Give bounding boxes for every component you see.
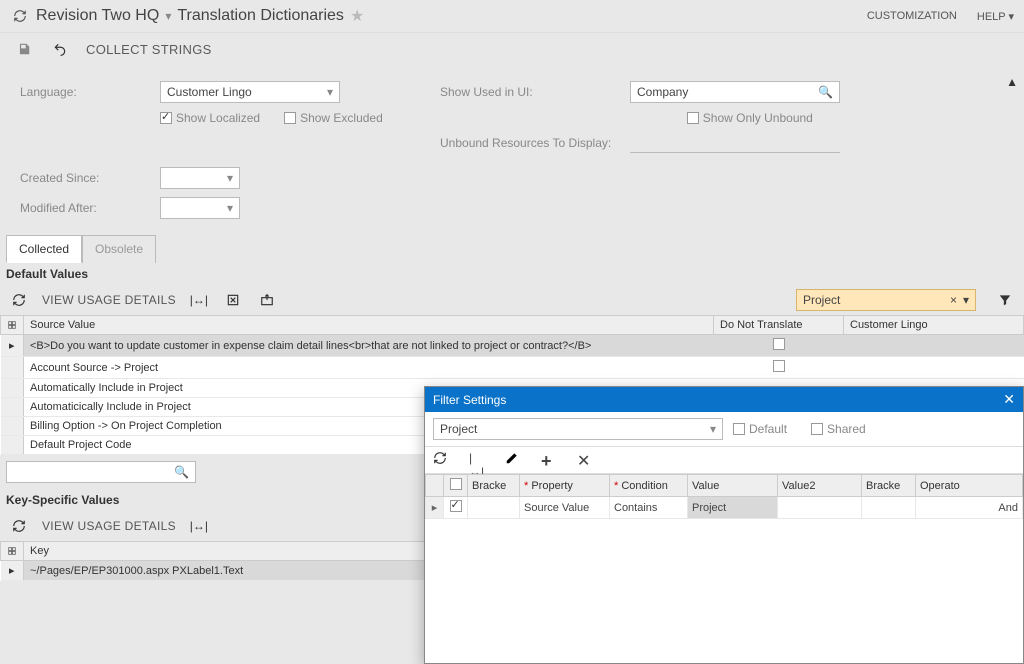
filter-form: ▲ Language: Customer Lingo▾ Show Used in… — [0, 73, 1024, 235]
col-source-value[interactable]: Source Value — [24, 316, 714, 335]
filter-funnel-icon[interactable] — [994, 289, 1016, 311]
filter-name-select[interactable]: Project▾ — [433, 418, 723, 440]
refresh-grid-icon[interactable] — [8, 515, 30, 537]
col-property[interactable]: Property — [520, 475, 610, 497]
col-customer-lingo[interactable]: Customer Lingo — [844, 316, 1024, 335]
col-value2[interactable]: Value2 — [778, 475, 862, 497]
top-bar: Revision Two HQ ▾ Translation Dictionari… — [0, 0, 1024, 33]
help-link[interactable]: HELP ▾ — [977, 10, 1014, 23]
default-values-title: Default Values — [0, 263, 1024, 285]
language-select[interactable]: Customer Lingo▾ — [160, 81, 340, 103]
grid-filter-chip[interactable]: Project ×▾ — [796, 289, 976, 311]
fit-columns-icon[interactable]: |↔| — [188, 289, 210, 311]
tab-obsolete[interactable]: Obsolete — [82, 235, 156, 263]
dnt-checkbox[interactable] — [773, 338, 785, 350]
table-row[interactable]: ▸<B>Do you want to update customer in ex… — [1, 335, 1024, 357]
refresh-icon[interactable] — [433, 451, 451, 469]
customization-link[interactable]: CUSTOMIZATION — [867, 10, 957, 23]
show-only-unbound-checkbox[interactable]: Show Only Unbound — [687, 111, 813, 125]
default-checkbox[interactable]: Default — [733, 422, 787, 436]
clear-filter-icon[interactable]: × — [950, 293, 957, 307]
created-since-input[interactable]: ▾ — [160, 167, 240, 189]
view-usage-details-button[interactable]: VIEW USAGE DETAILS — [42, 519, 176, 533]
unbound-input[interactable] — [630, 133, 840, 153]
row-checkbox[interactable] — [450, 500, 462, 512]
export-icon[interactable] — [222, 289, 244, 311]
refresh-grid-icon[interactable] — [8, 289, 30, 311]
col-bracket-open[interactable]: Bracke — [468, 475, 520, 497]
unbound-label: Unbound Resources To Display: — [440, 136, 620, 150]
company-name[interactable]: Revision Two HQ — [36, 7, 159, 25]
chevron-down-icon[interactable]: ▾ — [963, 293, 969, 307]
col-bracket-close[interactable]: Bracke — [862, 475, 916, 497]
grid1-search-input[interactable]: 🔍 — [6, 461, 196, 483]
fit-columns-icon[interactable]: |↔| — [188, 515, 210, 537]
dnt-checkbox[interactable] — [773, 360, 785, 372]
main-toolbar: COLLECT STRINGS — [0, 33, 1024, 73]
select-all-checkbox[interactable] — [450, 478, 462, 490]
show-localized-checkbox[interactable]: Show Localized — [160, 111, 260, 125]
dialog-toolbar: |↔| + ✕ — [425, 447, 1023, 474]
add-row-icon[interactable]: + — [541, 451, 559, 469]
favorite-star-icon[interactable]: ★ — [350, 6, 364, 26]
tab-collected[interactable]: Collected — [6, 235, 82, 263]
show-used-input[interactable]: Company🔍 — [630, 81, 840, 103]
undo-icon[interactable] — [50, 39, 70, 59]
col-operator[interactable]: Operato — [916, 475, 1023, 497]
filter-rows-grid: Bracke Property Condition Value Value2 B… — [425, 474, 1023, 519]
edit-icon[interactable] — [505, 451, 523, 469]
close-icon[interactable]: ✕ — [1003, 391, 1015, 408]
grid-corner[interactable] — [1, 542, 24, 561]
delete-row-icon[interactable]: ✕ — [577, 451, 595, 469]
search-icon[interactable]: 🔍 — [818, 85, 833, 99]
grid1-toolbar: VIEW USAGE DETAILS |↔| Project ×▾ — [0, 285, 1024, 315]
shared-checkbox[interactable]: Shared — [811, 422, 866, 436]
grid-corner[interactable] — [1, 316, 24, 335]
page-title: Translation Dictionaries — [177, 7, 344, 25]
show-excluded-checkbox[interactable]: Show Excluded — [284, 111, 383, 125]
modified-after-label: Modified After: — [20, 201, 150, 215]
view-usage-details-button[interactable]: VIEW USAGE DETAILS — [42, 293, 176, 307]
main-tabs: Collected Obsolete — [0, 235, 1024, 263]
col-do-not-translate[interactable]: Do Not Translate — [714, 316, 844, 335]
collect-strings-button[interactable]: COLLECT STRINGS — [86, 42, 212, 57]
fit-columns-icon[interactable]: |↔| — [469, 451, 487, 469]
filter-settings-dialog: Filter Settings ✕ Project▾ Default Share… — [424, 386, 1024, 664]
col-value[interactable]: Value — [688, 475, 778, 497]
created-since-label: Created Since: — [20, 171, 150, 185]
save-icon[interactable] — [14, 39, 34, 59]
language-label: Language: — [20, 85, 150, 99]
upload-icon[interactable] — [256, 289, 278, 311]
col-condition[interactable]: Condition — [610, 475, 688, 497]
chevron-down-icon[interactable]: ▾ — [165, 9, 171, 23]
modified-after-input[interactable]: ▾ — [160, 197, 240, 219]
show-used-label: Show Used in UI: — [440, 85, 620, 99]
filter-row[interactable]: ▸ Source Value Contains Project And — [426, 497, 1023, 519]
search-icon[interactable]: 🔍 — [174, 465, 189, 479]
collapse-triangle-icon[interactable]: ▲ — [1006, 75, 1018, 89]
refresh-icon[interactable] — [10, 6, 30, 26]
table-row[interactable]: Account Source -> Project — [1, 357, 1024, 379]
dialog-title: Filter Settings — [433, 393, 506, 407]
